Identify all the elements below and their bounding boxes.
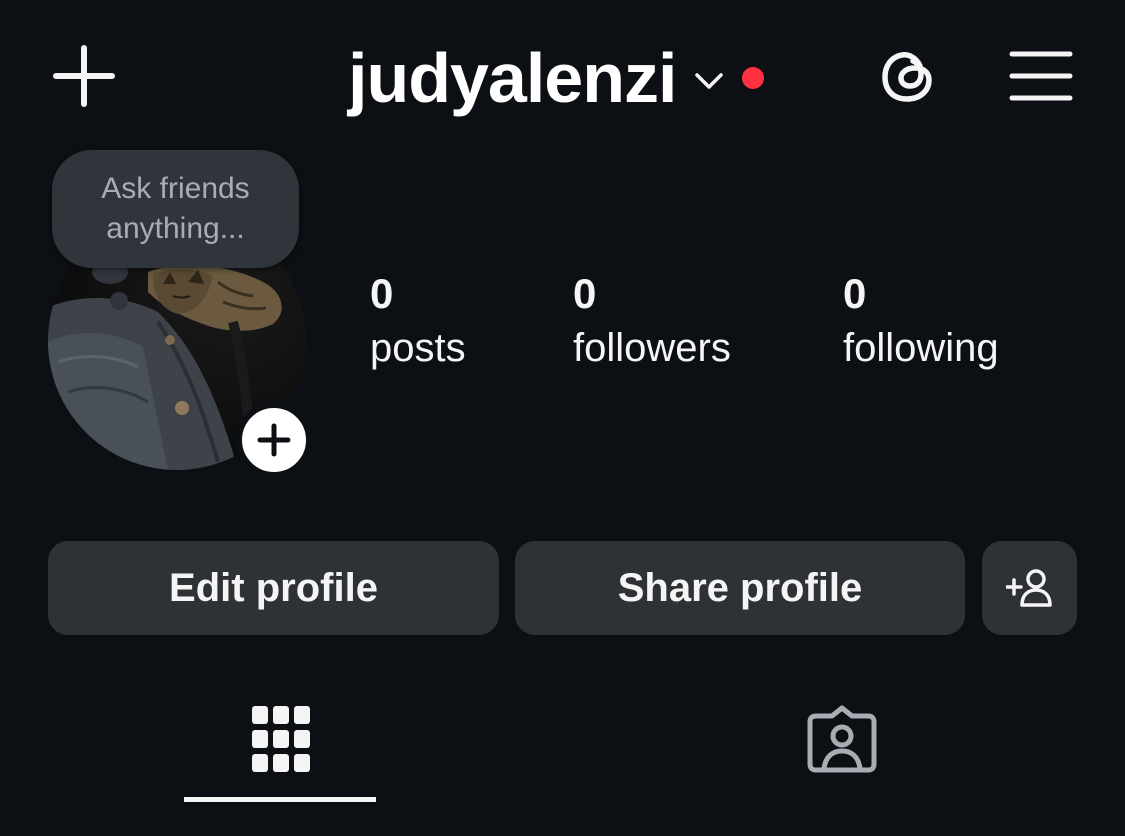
note-bubble[interactable]: Ask friends anything... (52, 150, 299, 268)
edit-profile-label: Edit profile (169, 565, 378, 610)
notification-dot (742, 67, 765, 89)
posts-stat[interactable]: 0 posts (370, 268, 466, 376)
new-post-plus-icon[interactable] (52, 44, 116, 108)
note-bubble-tail-small (110, 292, 128, 310)
threads-icon[interactable] (876, 44, 940, 108)
grid-icon[interactable] (252, 706, 310, 772)
chevron-down-icon (695, 73, 724, 89)
followers-count: 0 (573, 270, 597, 317)
hamburger-menu-icon[interactable] (1008, 48, 1074, 104)
followers-stat[interactable]: 0 followers (573, 268, 731, 376)
share-profile-label: Share profile (617, 565, 863, 610)
tagged-photos-icon[interactable] (806, 704, 878, 774)
note-text-line1: Ask friends (101, 172, 250, 205)
edit-profile-button[interactable]: Edit profile (48, 541, 499, 635)
active-tab-indicator (184, 797, 376, 802)
following-label: following (843, 326, 999, 370)
account-switcher[interactable]: judyalenzi (348, 38, 765, 118)
posts-label: posts (370, 326, 466, 370)
share-profile-button[interactable]: Share profile (515, 541, 965, 635)
following-count: 0 (843, 270, 867, 317)
following-stat[interactable]: 0 following (843, 268, 999, 376)
followers-label: followers (573, 326, 731, 370)
username-title: judyalenzi (348, 39, 677, 117)
add-story-button[interactable] (236, 402, 312, 478)
discover-people-button[interactable] (982, 541, 1077, 635)
posts-count: 0 (370, 270, 394, 317)
add-person-icon (1005, 569, 1052, 607)
note-text-line2: anything... (106, 212, 245, 245)
plus-icon (257, 423, 291, 457)
